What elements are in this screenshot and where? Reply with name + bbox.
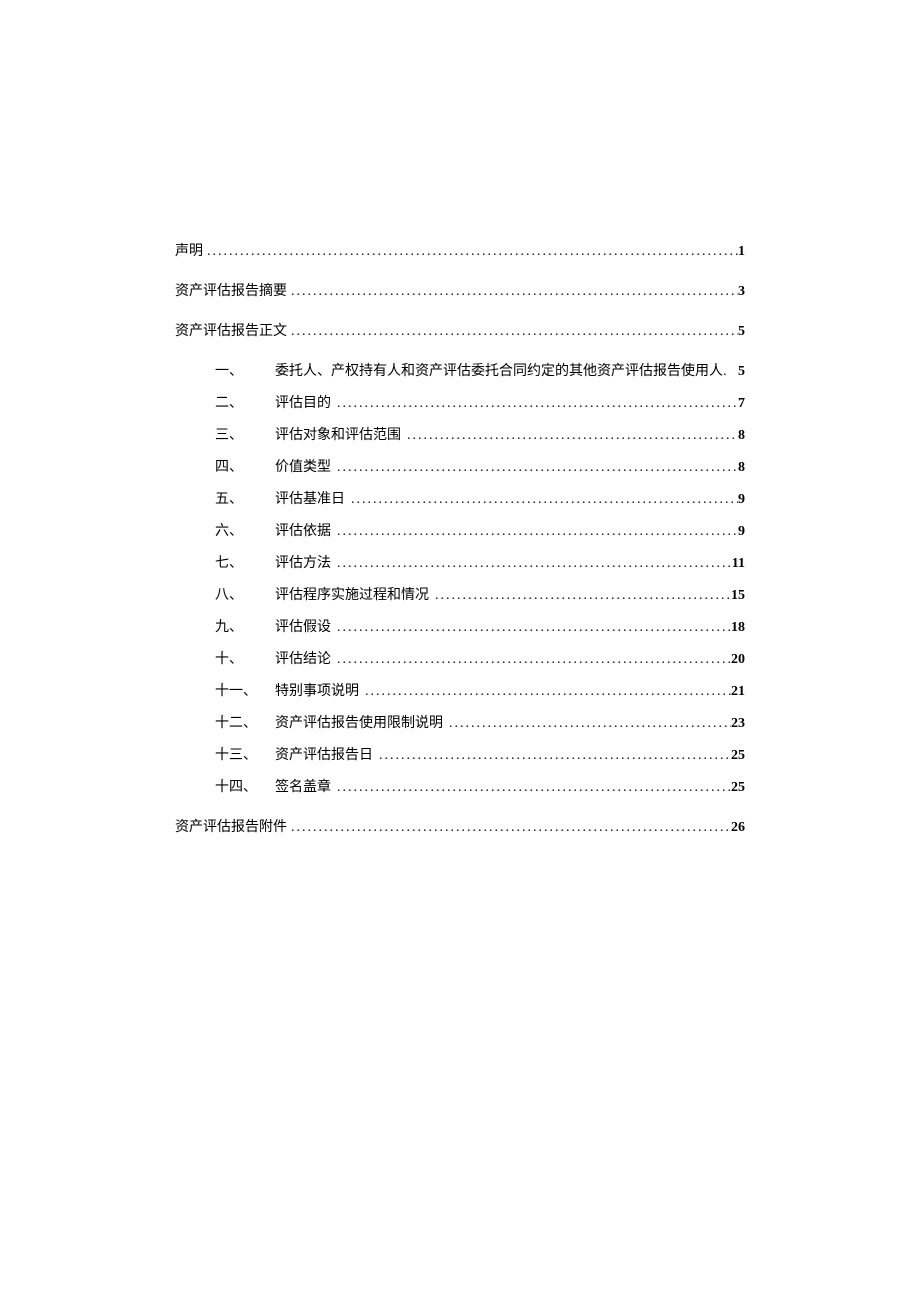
toc-sub-number: 十三、 xyxy=(215,744,275,764)
toc-leader xyxy=(203,244,738,260)
toc-sub-title: 价值类型 xyxy=(275,456,331,476)
toc-sub-number: 七、 xyxy=(215,552,275,572)
toc-sub-entry: 七、 评估方法 11 xyxy=(175,552,745,572)
toc-sub-number: 四、 xyxy=(215,456,275,476)
toc-sub-title: 评估依据 xyxy=(275,520,331,540)
toc-sub-entry: 八、 评估程序实施过程和情况 15 xyxy=(175,584,745,604)
toc-page: 26 xyxy=(731,820,745,836)
toc-sub-number: 五、 xyxy=(215,488,275,508)
toc-leader xyxy=(331,556,732,572)
toc-leader xyxy=(287,820,731,836)
toc-page: 25 xyxy=(731,780,745,796)
toc-sub-title: 委托人、产权持有人和资产评估委托合同约定的其他资产评估报告使用人. xyxy=(275,360,738,380)
toc-sub-entry: 十三、 资产评估报告日 25 xyxy=(175,744,745,764)
toc-leader xyxy=(331,620,731,636)
toc-sub-number: 十二、 xyxy=(215,712,275,732)
toc-page: 5 xyxy=(738,324,745,340)
toc-sub-entry: 九、 评估假设 18 xyxy=(175,616,745,636)
toc-sub-title: 评估结论 xyxy=(275,648,331,668)
toc-leader xyxy=(429,588,731,604)
toc-title: 资产评估报告摘要 xyxy=(175,280,287,300)
toc-page: 20 xyxy=(731,652,745,668)
toc-top-entry: 资产评估报告附件 26 xyxy=(175,816,745,836)
toc-page: 9 xyxy=(738,524,745,540)
toc-leader xyxy=(331,396,738,412)
toc-page: 7 xyxy=(738,396,745,412)
toc-leader xyxy=(443,716,731,732)
toc-page: 11 xyxy=(732,556,745,572)
toc-sub-number: 二、 xyxy=(215,392,275,412)
toc-sub-entry: 二、 评估目的 7 xyxy=(175,392,745,412)
toc-sub-title: 评估程序实施过程和情况 xyxy=(275,584,429,604)
toc-sub-entry: 五、 评估基准日 9 xyxy=(175,488,745,508)
toc-page: 18 xyxy=(731,620,745,636)
toc-leader xyxy=(331,780,731,796)
toc-top-entry: 资产评估报告摘要 3 xyxy=(175,280,745,300)
toc-top-entry: 资产评估报告正文 5 xyxy=(175,320,745,340)
toc-leader xyxy=(359,684,731,700)
toc-title: 资产评估报告附件 xyxy=(175,816,287,836)
toc-title: 资产评估报告正文 xyxy=(175,320,287,340)
toc-page: 23 xyxy=(731,716,745,732)
toc-page: 15 xyxy=(731,588,745,604)
toc-sub-title: 评估对象和评估范围 xyxy=(275,424,401,444)
toc-sub-title: 特别事项说明 xyxy=(275,680,359,700)
toc-sub-number: 十、 xyxy=(215,648,275,668)
toc-sub-number: 三、 xyxy=(215,424,275,444)
toc-sub-title: 资产评估报告使用限制说明 xyxy=(275,712,443,732)
toc-sub-title: 评估基准日 xyxy=(275,488,345,508)
toc-sub-entry: 十四、 签名盖章 25 xyxy=(175,776,745,796)
toc-sub-number: 八、 xyxy=(215,584,275,604)
toc-sub-number: 一、 xyxy=(215,360,275,380)
toc-sub-entry: 三、 评估对象和评估范围 8 xyxy=(175,424,745,444)
toc-sub-number: 九、 xyxy=(215,616,275,636)
table-of-contents: 声明 1 资产评估报告摘要 3 资产评估报告正文 5 一、 委托人、产权持有人和… xyxy=(175,240,745,836)
toc-sub-title: 评估方法 xyxy=(275,552,331,572)
toc-page: 5 xyxy=(738,364,745,380)
toc-leader xyxy=(331,460,738,476)
toc-sub-entry: 四、 价值类型 8 xyxy=(175,456,745,476)
toc-leader xyxy=(373,748,731,764)
toc-leader xyxy=(345,492,738,508)
toc-leader xyxy=(331,524,738,540)
toc-top-entry: 声明 1 xyxy=(175,240,745,260)
toc-leader xyxy=(287,324,738,340)
toc-page: 21 xyxy=(731,684,745,700)
toc-leader xyxy=(287,284,738,300)
toc-leader xyxy=(401,428,738,444)
toc-sub-entry: 十、 评估结论 20 xyxy=(175,648,745,668)
toc-page: 3 xyxy=(738,284,745,300)
toc-sub-entry: 一、 委托人、产权持有人和资产评估委托合同约定的其他资产评估报告使用人. 5 xyxy=(175,360,745,380)
toc-sub-entry: 十一、 特别事项说明 21 xyxy=(175,680,745,700)
toc-sub-number: 六、 xyxy=(215,520,275,540)
toc-page: 25 xyxy=(731,748,745,764)
toc-page: 8 xyxy=(738,460,745,476)
toc-sub-entry: 六、 评估依据 9 xyxy=(175,520,745,540)
toc-sub-title: 评估假设 xyxy=(275,616,331,636)
toc-sub-title: 资产评估报告日 xyxy=(275,744,373,764)
toc-sub-number: 十一、 xyxy=(215,680,275,700)
toc-sub-title: 评估目的 xyxy=(275,392,331,412)
toc-page: 9 xyxy=(738,492,745,508)
toc-sub-title: 签名盖章 xyxy=(275,776,331,796)
toc-page: 8 xyxy=(738,428,745,444)
toc-title: 声明 xyxy=(175,240,203,260)
toc-sub-number: 十四、 xyxy=(215,776,275,796)
toc-leader xyxy=(331,652,731,668)
toc-page: 1 xyxy=(738,244,745,260)
toc-sub-entry: 十二、 资产评估报告使用限制说明 23 xyxy=(175,712,745,732)
